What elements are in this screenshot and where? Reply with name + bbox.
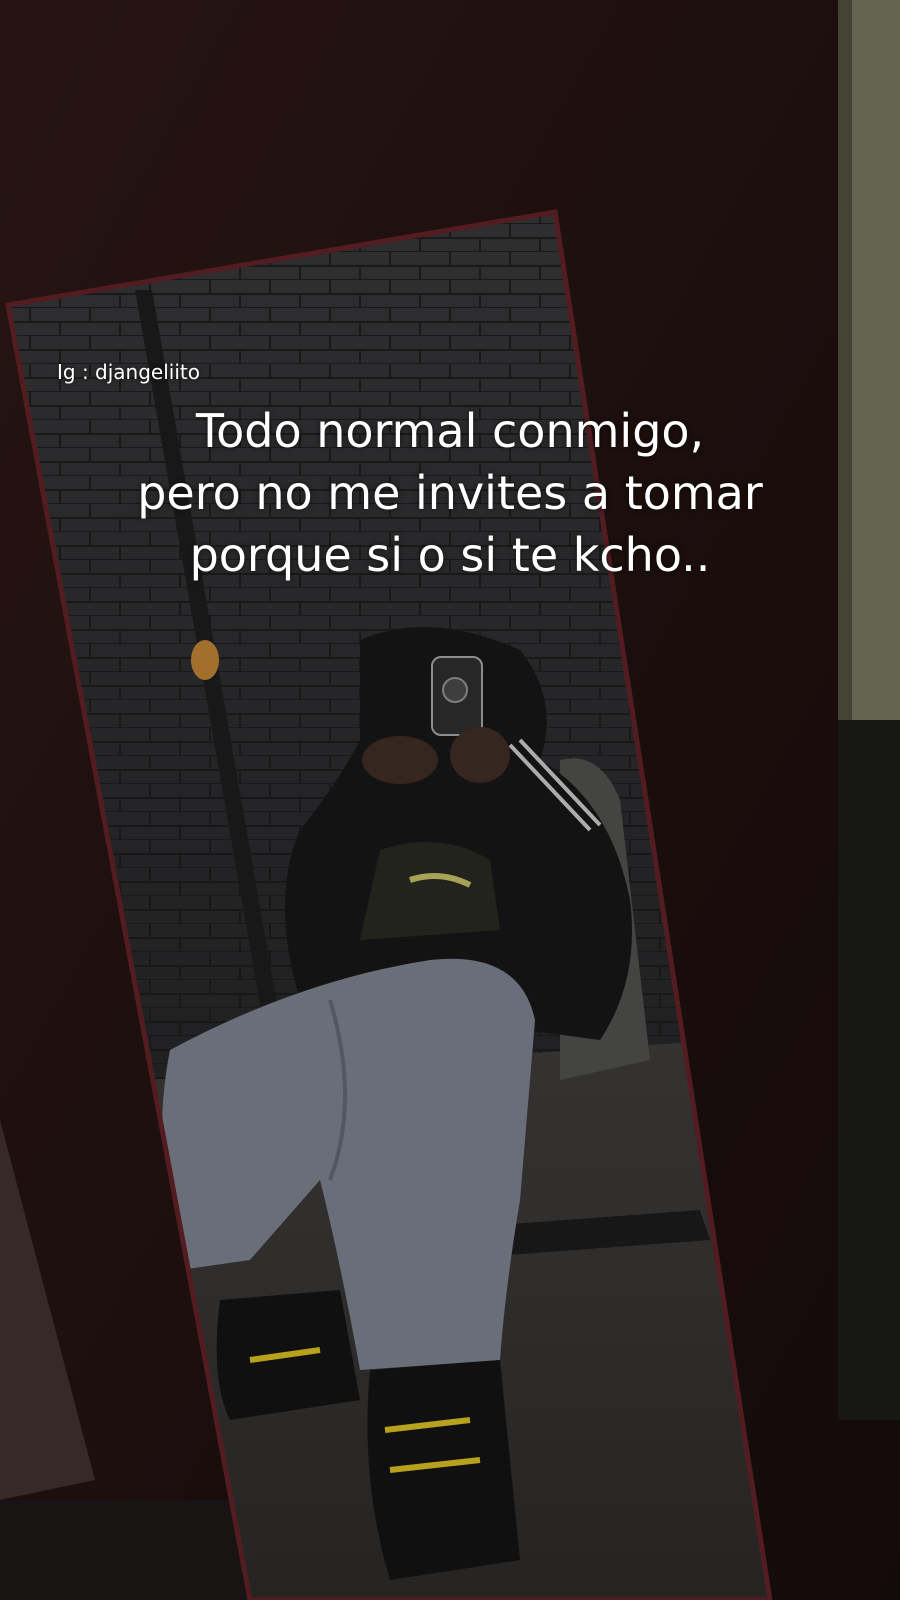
instagram-handle: Ig : djangeliito (57, 360, 200, 384)
mirror-selfie-illustration (0, 0, 900, 1600)
caption-line-3: porque si o si te kcho.. (189, 528, 711, 582)
caption-overlay: Todo normal conmigo, pero no me invites … (0, 400, 900, 586)
caption-line-1: Todo normal conmigo, (195, 404, 705, 458)
photo-scene: Ig : djangeliito Todo normal conmigo, pe… (0, 0, 900, 1600)
caption-line-2: pero no me invites a tomar (137, 466, 763, 520)
